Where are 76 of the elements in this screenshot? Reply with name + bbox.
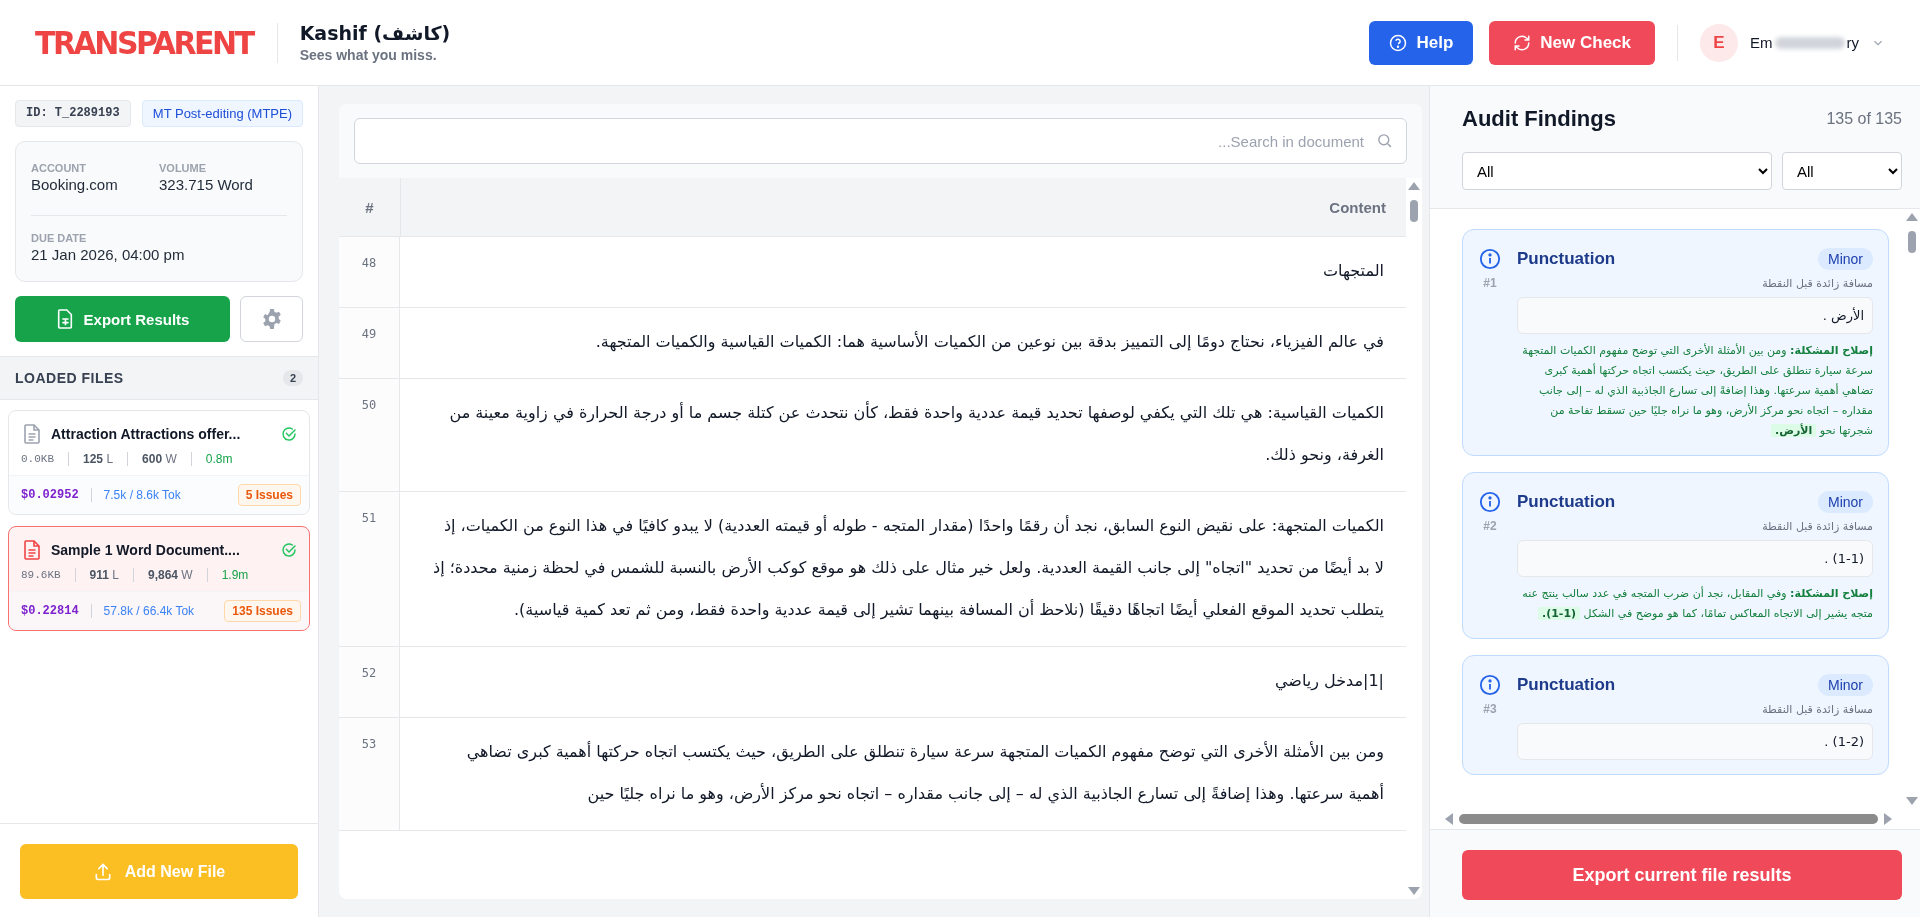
file-size: 89.6KB [21,569,61,581]
info-value: 323.715 Word [159,176,254,193]
filter-dropdown[interactable]: All [1462,152,1772,190]
severity-badge: Minor [1818,248,1873,270]
finding-category: Punctuation [1517,249,1616,269]
count-badge: 2 [282,370,303,386]
document-icon [24,424,40,444]
file-name: Attraction Attractions offer... [51,426,242,442]
user-name[interactable]: Em ry [1750,34,1859,51]
segment-text: في عالم الفيزياء، نحتاج دومًا إلى التمييز بدقة بين نوعين من الكميات الأساسية هما: الكميات القياسية والكميات المتجهة. [594,330,1384,354]
finding-card[interactable] [1462,229,1889,456]
info-label: VOLUME [159,162,208,174]
snippet-box: (1-1) . [1517,540,1873,577]
finding-description: مسافة زائدة قبل النقطة [1762,277,1873,290]
app-name: Kashif (كاشف) [299,22,451,44]
new-check-button[interactable]: New Check [1489,20,1655,65]
segment-text: الكميات المتجهة: على نقيض النوع السابق، نجد أن رقمًا واحدًا (مقدار المتجه - طوله أو قيمته العددية) لا يبدو كافيًا في هذا النوع من الكميات، إذ لا بد أيضًا من تحديد "اتجاه" إلى جانب القيمة العددية. ولعل خير مثال على ذلك هو موقع كوكب الأرض بالنسبة للشمس في لحظة زمنية محددة؛ إذ يتطلب تحديد الموقع الفعلي أيضًا اتجاهًا دقيقًا (نلاحظ أن المسافة بينهما تشير إلى قيمة عددية واحدة فقط، ومن ثم تعد كمية قياسية). [432,514,1384,622]
word-count: 600 W [142,452,177,466]
spreadsheet-icon [55,309,74,329]
panel-title: Audit Findings [1462,106,1616,132]
filter-dropdown[interactable]: All [1782,152,1902,190]
duration: 1.9m [221,568,249,582]
info-value: Booking.com [31,176,119,193]
token-count: 7.5k / 8.6k Tok [103,488,182,502]
search-field[interactable]: Search in document... [354,118,1407,164]
severity-badge: Minor [1818,674,1873,696]
search-icon [1376,132,1393,149]
fix-suggestion: إصلاح المشكلة: ومن بين الأمثلة الأخرى التي توضح مفهوم الكميات المتجهة سرعة سيارة تنطلق على الطريق، حيث يكتسب اتجاه حركتها أهمية كبرى تضاهي أهمية سرعتها. وهذا إضافةً إلى تسارع الجاذبية الذي له – إلى جانب مقداره – اتجاه نحو مركز الأرض، وهو ما نراه جليًا حين تسقط تفاحة من شجرتها نحو الأرض. [1521,342,1873,439]
duration: 0.8m [205,452,233,466]
segment-text: |1|مدخل رياضي [1274,670,1384,693]
document-icon [24,540,40,560]
snippet-box: (1-2) . [1517,723,1873,760]
mode-tag: MT Post-editing (MTPE) [141,100,303,127]
help-button[interactable]: Help [1369,20,1474,65]
issues-badge: 135 Issues [224,600,301,622]
column-header: Content [1328,197,1387,218]
info-label: DUE DATE [31,232,88,244]
info-icon [1479,491,1501,513]
snippet-box: الأرض . [1517,297,1873,334]
cost: $0.02952 [21,488,79,502]
word-count: 9,864 W [148,568,193,582]
finding-category: Punctuation [1517,492,1616,512]
refresh-icon [1513,33,1532,52]
settings-button[interactable] [240,296,303,342]
finding-number: #3 [1483,702,1497,716]
info-label: ACCOUNT [31,162,87,174]
finding-description: مسافة زائدة قبل النقطة [1762,703,1873,716]
file-size: 0.0KB [21,453,54,465]
finding-description: مسافة زائدة قبل النقطة [1762,520,1873,533]
settings-icon [260,308,283,330]
finding-number: #2 [1483,519,1497,533]
info-icon [1479,248,1501,270]
help-icon [1389,33,1408,52]
token-count: 57.8k / 66.4k Tok [103,604,196,618]
segment-text: ومن بين الأمثلة الأخرى التي توضح مفهوم الكميات المتجهة سرعة سيارة تنطلق على الطريق، حيث يكتسب اتجاه حركتها أهمية كبرى تضاهي أهمية سرعتها. وهذا إضافةً إلى تسارع الجاذبية الذي له – إلى جانب مقداره – اتجاه نحو مركز الأرض، وهو ما نراه جليًا حين [465,740,1384,806]
segment-text: المتجهات [1321,260,1384,283]
segment-text: الكميات القياسية: هي تلك التي يكفي لوصفها تحديد قيمة عددية واحدة فقط، كأن نتحدث عن كتلة جسم ما أو درجة الحرارة في زاوية معينة من الغرفة، ونحو ذلك. [448,400,1384,467]
finding-category: Punctuation [1517,675,1616,695]
info-value: 21 Jan 2026, 04:00 pm [31,246,186,263]
column-header: # [339,178,401,236]
file-card[interactable]: Sample 1 Word Document.... 89.6KB 911 L 9,864 W 1.9m $0.22814 57.8k / 66.4k Tok 135 Issues [8,526,310,631]
id-tag: ID: T_2289193 [15,100,131,127]
line-count: 911 L [89,568,119,582]
issues-badge: 5 Issues [237,484,301,506]
logo: TRANSPARENT [35,24,253,61]
tagline: Sees what you miss. [299,47,438,63]
cost: $0.22814 [21,604,79,618]
severity-badge: Minor [1818,491,1873,513]
line-count: 125 L [83,452,114,466]
export-file-button[interactable]: Export current file results [1462,850,1902,900]
info-icon [1479,674,1501,696]
file-card[interactable]: Attraction Attractions offer... 0.0KB 125 L 600 W 0.8m $0.02952 7.5k / 8.6k Tok 5 Issues [8,410,310,515]
file-name: Sample 1 Word Document.... [51,542,241,558]
findings-count: 135 of 135 [1826,110,1902,128]
finding-number: #1 [1483,276,1497,290]
section-heading: LOADED FILES [15,370,124,386]
